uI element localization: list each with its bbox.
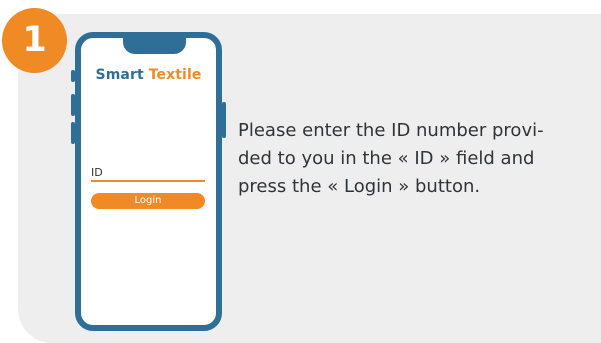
- id-input[interactable]: [91, 180, 205, 182]
- app-logo: Smart Textile: [75, 67, 222, 83]
- tutorial-step: 1 Smart Textile ID Login Please enter th…: [0, 0, 601, 343]
- id-field-label: ID: [91, 166, 103, 179]
- login-button[interactable]: Login: [91, 193, 205, 209]
- step-number: 1: [22, 19, 47, 60]
- app-logo-smart: Smart: [95, 67, 144, 83]
- app-logo-textile: Textile: [148, 67, 202, 83]
- speaker-icon: [186, 44, 201, 47]
- instruction-text: Please enter the ID number provi- ded to…: [238, 117, 593, 201]
- instruction-line: press the « Login » button.: [238, 176, 481, 197]
- step-number-badge: 1: [2, 8, 67, 73]
- phone-notch: [123, 38, 210, 54]
- camera-icon: [206, 43, 210, 47]
- instruction-line: ded to you in the « ID » field and: [238, 148, 535, 169]
- phone-mockup: Smart Textile ID Login: [71, 32, 226, 331]
- instruction-line: Please enter the ID number provi-: [238, 120, 544, 141]
- phone-power-button: [222, 102, 226, 138]
